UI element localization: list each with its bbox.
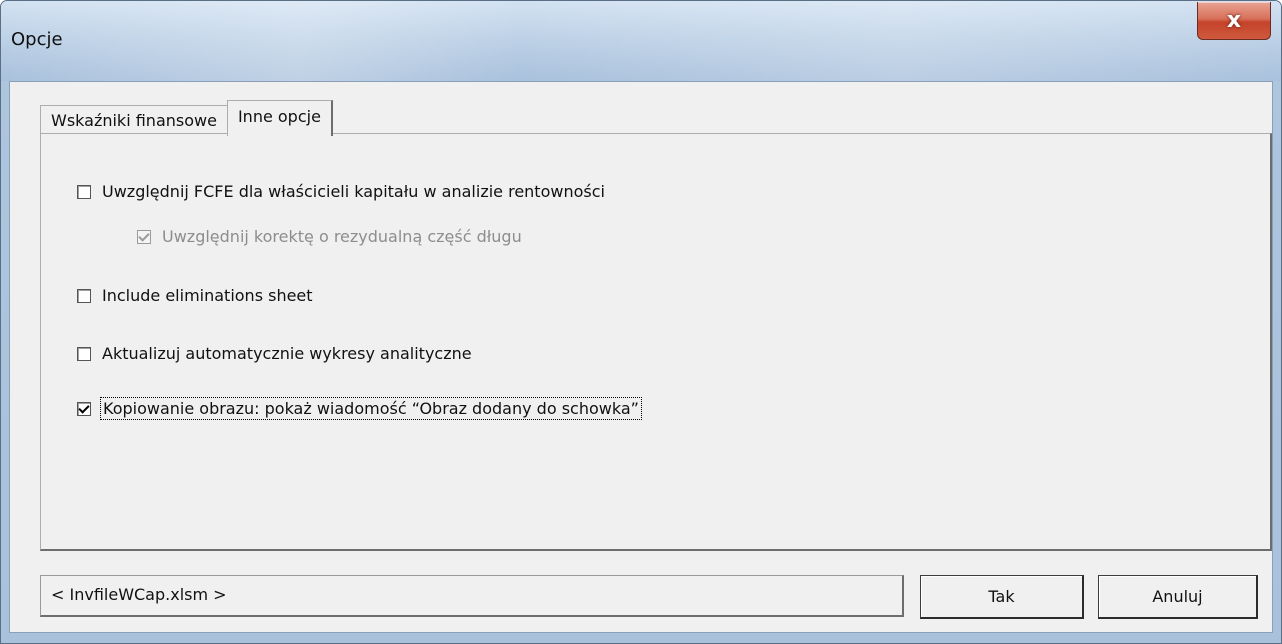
close-button[interactable]: x (1197, 2, 1271, 40)
options-dialog: Opcje x Wskaźniki finansowe Inne opcje U… (0, 0, 1282, 644)
option-eliminations-sheet[interactable]: Include eliminations sheet (77, 286, 313, 305)
checkbox-residual-debt (137, 229, 151, 244)
option-fcfe[interactable]: Uwzględnij FCFE dla właścicieli kapitału… (77, 182, 605, 201)
cancel-button-accelerator: j (1198, 587, 1203, 606)
title-bar[interactable]: Opcje x (1, 1, 1281, 81)
tab-inne-opcje[interactable]: Inne opcje (226, 100, 333, 136)
window-title: Opcje (11, 29, 63, 50)
cancel-button[interactable]: Anulu j (1098, 575, 1258, 619)
option-eliminations-sheet-label: Include eliminations sheet (102, 286, 313, 305)
option-auto-update-charts[interactable]: Aktualizuj automatycznie wykresy anality… (77, 344, 472, 363)
option-copy-image-message-label: Kopiowanie obrazu: pokaż wiadomość “Obra… (100, 397, 642, 420)
option-residual-debt: Uwzględnij korektę o rezydualną część dł… (137, 227, 522, 246)
option-residual-debt-label: Uwzględnij korektę o rezydualną część dł… (162, 227, 522, 246)
option-copy-image-message[interactable]: Kopiowanie obrazu: pokaż wiadomość “Obra… (77, 397, 642, 420)
checkbox-fcfe[interactable] (77, 184, 91, 199)
tab-strip: Wskaźniki finansowe Inne opcje (40, 100, 333, 136)
close-icon: x (1226, 7, 1242, 33)
option-fcfe-label: Uwzględnij FCFE dla właścicieli kapitału… (102, 182, 605, 201)
option-auto-update-charts-label: Aktualizuj automatycznie wykresy anality… (102, 344, 472, 363)
cancel-button-label-prefix: Anulu (1152, 587, 1199, 606)
checkbox-copy-image-message[interactable] (77, 401, 91, 416)
tab-wskazniki-finansowe[interactable]: Wskaźniki finansowe (40, 105, 227, 134)
workbook-name-field: < InvfileWCap.xlsm > (40, 575, 904, 617)
ok-button[interactable]: Tak (920, 575, 1084, 619)
checkbox-eliminations-sheet[interactable] (77, 288, 91, 303)
tab-panel-inne-opcje: Uwzględnij FCFE dla właścicieli kapitału… (40, 133, 1272, 551)
checkbox-auto-update-charts[interactable] (77, 346, 91, 361)
dialog-client-area: Wskaźniki finansowe Inne opcje Uwzględni… (9, 81, 1273, 633)
